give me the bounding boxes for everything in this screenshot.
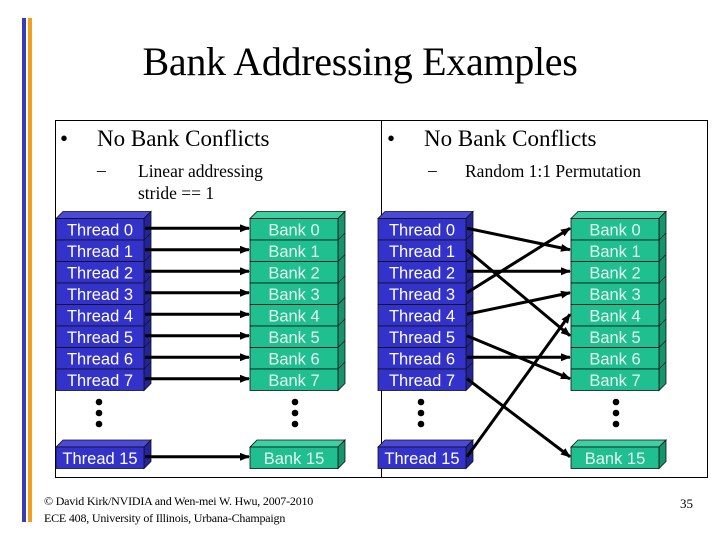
right-bank-top-face — [570, 211, 667, 219]
right-bank-column: Bank 0 Bank 1 Bank 2 Bank 3 Bank 4 Bank 5 Bank… — [570, 210, 667, 392]
right-thread-column: Thread 0 Thread 1 Thread 2 Thread 3 Thread 4… — [377, 210, 474, 392]
left-thread-ellipsis-dot — [95, 409, 103, 417]
right-thread-ellipsis-dot — [417, 398, 425, 406]
right-thread-label: Thread 2 — [389, 264, 455, 282]
right-bank-label: Bank 4 — [589, 307, 640, 325]
right-bank-15-block: Bank 15 — [570, 446, 660, 469]
left-bank-15-top-face — [249, 439, 346, 448]
right-thread-ellipsis-dot — [417, 420, 425, 428]
left-bank-15-column: Bank 15 — [249, 439, 346, 470]
right-bank-15-top-face — [570, 439, 667, 448]
right-thread-label: Thread 5 — [389, 329, 455, 347]
left-bank-block: Bank 0 — [249, 218, 339, 241]
left-thread-label: Thread 5 — [67, 329, 133, 347]
right-thread-15-block: Thread 15 — [377, 446, 467, 469]
left-bank-column: Bank 0 Bank 1 Bank 2 Bank 3 Bank 4 Bank 5 Bank… — [249, 210, 346, 392]
right-thread-ellipsis-dot — [417, 409, 425, 417]
bank-diagram: Thread 0 Thread 1 Thread 2 Thread 3 Thread 4… — [55, 210, 667, 470]
right-thread-label: Thread 0 — [389, 221, 455, 239]
left-thread-ellipsis-dot — [95, 398, 103, 406]
left-bank-top-face — [249, 211, 346, 219]
left-bank-ellipsis-dot — [291, 420, 299, 428]
right-arrow-thread-7-to-bank-15 — [466, 377, 571, 458]
left-thread-ellipsis-dot — [95, 420, 103, 428]
left-bank-label: Bank 3 — [268, 286, 319, 304]
left-bank-label: Bank 1 — [268, 243, 319, 261]
right-bank-15-column: Bank 15 — [570, 439, 667, 470]
right-thread-label: Thread 1 — [389, 243, 455, 261]
right-bank-label: Bank 0 — [589, 221, 640, 239]
left-bank-label: Bank 4 — [268, 307, 319, 325]
left-bank-15-label: Bank 15 — [264, 450, 325, 468]
right-thread-label: Thread 6 — [389, 350, 455, 368]
left-thread-15-top-face — [55, 439, 152, 448]
left-bank-label: Bank 7 — [268, 372, 319, 390]
right-thread-label: Thread 4 — [389, 307, 455, 325]
right-bank-label: Bank 5 — [589, 329, 640, 347]
right-bank-ellipsis-dot — [612, 420, 620, 428]
right-bank-label: Bank 6 — [589, 350, 640, 368]
right-thread-15-column: Thread 15 — [377, 439, 474, 470]
right-bank-label: Bank 3 — [589, 286, 640, 304]
right-bank-ellipsis-dot — [612, 398, 620, 406]
right-arrow-thread-15-to-bank-4 — [465, 313, 572, 458]
left-thread-top-face — [55, 211, 152, 219]
left-thread-15-column: Thread 15 — [55, 439, 152, 470]
right-bank-label: Bank 7 — [589, 372, 640, 390]
left-thread-label: Thread 7 — [67, 372, 133, 390]
left-thread-15-label: Thread 15 — [62, 450, 137, 468]
left-bank-ellipsis-dot — [291, 398, 299, 406]
right-thread-label: Thread 3 — [389, 286, 455, 304]
right-thread-label: Thread 7 — [389, 372, 455, 390]
left-bank-15-block: Bank 15 — [249, 446, 339, 469]
left-thread-15-block: Thread 15 — [55, 446, 145, 469]
right-thread-top-face — [377, 211, 474, 219]
right-bank-label: Bank 2 — [589, 264, 640, 282]
left-thread-label: Thread 4 — [67, 307, 133, 325]
right-bank-block: Bank 0 — [570, 218, 660, 241]
right-arrow-thread-4-to-bank-3 — [466, 290, 571, 316]
left-thread-label: Thread 1 — [67, 243, 133, 261]
left-thread-column: Thread 0 Thread 1 Thread 2 Thread 3 Thread 4… — [55, 210, 152, 392]
left-bank-ellipsis-dot — [291, 409, 299, 417]
right-arrow-thread-1-to-bank-5 — [466, 248, 571, 337]
right-bank-label: Bank 1 — [589, 243, 640, 261]
footer-course: ECE 408, University of Illinois, Urbana-… — [44, 511, 286, 525]
page-number: 35 — [680, 496, 693, 511]
left-thread-block: Thread 0 — [55, 218, 145, 241]
left-thread-label: Thread 3 — [67, 286, 133, 304]
left-bank-label: Bank 2 — [268, 264, 319, 282]
left-bank-label: Bank 0 — [268, 221, 319, 239]
left-thread-label: Thread 6 — [67, 350, 133, 368]
right-thread-15-top-face — [377, 439, 474, 448]
right-thread-15-label: Thread 15 — [384, 450, 459, 468]
left-bank-label: Bank 6 — [268, 350, 319, 368]
right-bank-ellipsis-dot — [612, 409, 620, 417]
left-thread-label: Thread 0 — [67, 221, 133, 239]
right-bank-15-label: Bank 15 — [585, 450, 646, 468]
left-bank-label: Bank 5 — [268, 329, 319, 347]
left-thread-label: Thread 2 — [67, 264, 133, 282]
footer: © David Kirk/NVIDIA and Wen-mei W. Hwu, … — [44, 493, 313, 527]
right-thread-block: Thread 0 — [377, 218, 467, 241]
footer-copyright: © David Kirk/NVIDIA and Wen-mei W. Hwu, … — [44, 494, 314, 508]
